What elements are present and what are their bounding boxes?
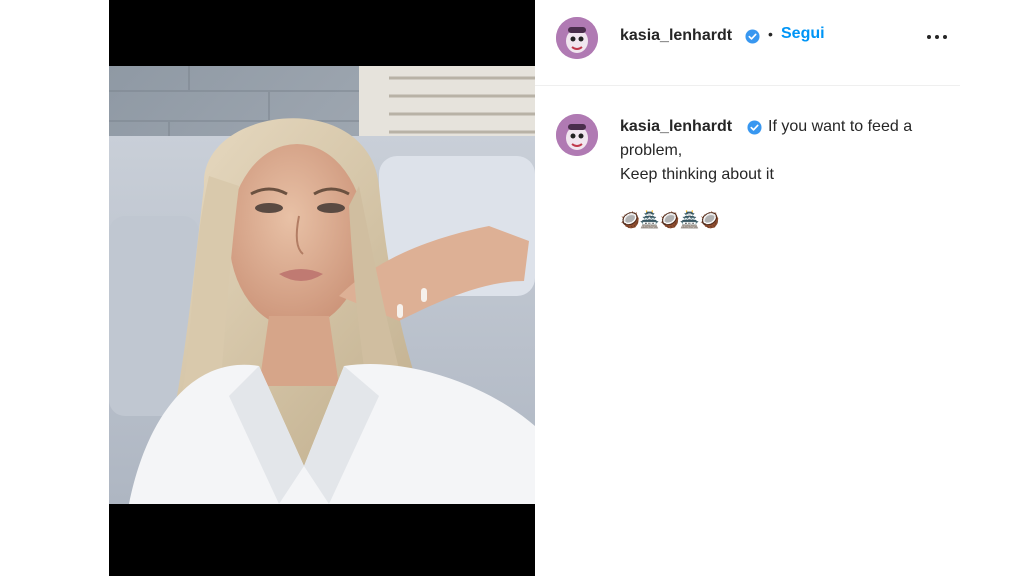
post-header: kasia_lenhardt • Segui	[535, 0, 960, 86]
post-photo[interactable]	[109, 66, 535, 504]
username[interactable]: kasia_lenhardt	[620, 27, 732, 45]
post-details-panel: kasia_lenhardt • Segui kasia_lenhardt If…	[535, 0, 960, 576]
more-options-icon[interactable]	[925, 24, 949, 48]
caption-username[interactable]: kasia_lenhardt	[620, 118, 732, 136]
follow-button[interactable]: Segui	[781, 25, 825, 43]
avatar[interactable]	[556, 17, 598, 59]
post-media[interactable]	[109, 0, 535, 576]
separator-dot: •	[768, 26, 773, 42]
caption-text-line1: If you want to feed a	[768, 118, 913, 135]
verified-badge-icon	[745, 29, 760, 44]
caption-emojis: 🥥🏯🥥🏯🥥	[620, 212, 720, 229]
selfie-image	[109, 66, 535, 504]
avatar[interactable]	[556, 114, 598, 156]
caption-text-line2: problem,	[620, 142, 683, 159]
caption-text-line3: Keep thinking about it	[620, 166, 774, 183]
verified-badge-icon	[747, 120, 762, 135]
